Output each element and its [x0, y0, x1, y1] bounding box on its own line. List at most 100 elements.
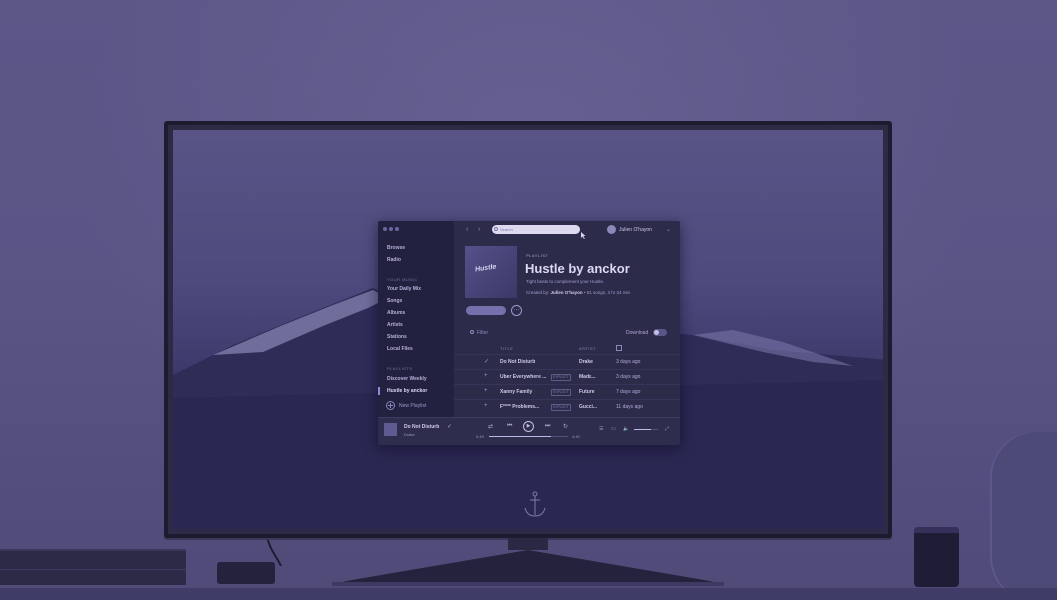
- add-track-icon[interactable]: +: [484, 373, 488, 379]
- avatar: [607, 225, 616, 234]
- playlist-cover: Hustle: [465, 246, 517, 298]
- mouse-cursor-icon: [581, 232, 586, 239]
- track-title: Uber Everywhere ...: [500, 374, 547, 380]
- sidebar-item-stations[interactable]: Stations: [387, 334, 407, 340]
- table-row[interactable]: + Xanny Family EXPLICIT Future 7 days ag…: [454, 384, 680, 399]
- more-options-button[interactable]: ···: [511, 305, 522, 316]
- sidebar-item-hustle-by-anckor[interactable]: Hustle by anckor: [387, 388, 427, 394]
- playlist-description: Tight beats to complement your Hustle.: [526, 279, 605, 284]
- user-name: Julien O'hayon: [619, 226, 652, 233]
- track-title: Xanny Family: [500, 389, 533, 395]
- new-playlist-button[interactable]: New Playlist: [386, 401, 426, 410]
- playlist-kicker: PLAYLIST: [526, 253, 549, 258]
- plus-circle-icon: [386, 401, 395, 410]
- anchor-logo-icon: [524, 491, 546, 517]
- explicit-badge: EXPLICIT: [551, 404, 571, 411]
- download-toggle[interactable]: [653, 329, 667, 336]
- playlist-meta: Created by: Julien O'hayon • 51 songs, 3…: [526, 290, 630, 295]
- track-artist[interactable]: Gucci...: [579, 404, 597, 410]
- track-title: F**** Problems...: [500, 404, 540, 410]
- media-console: [0, 549, 186, 585]
- download-label: Download: [626, 330, 649, 336]
- now-playing-artist[interactable]: Drake: [404, 432, 415, 437]
- next-icon[interactable]: ⏭: [545, 423, 550, 430]
- close-window-button[interactable]: [383, 227, 387, 231]
- sidebar-item-radio[interactable]: Radio: [387, 257, 401, 263]
- sidebar-item-songs[interactable]: Songs: [387, 298, 402, 304]
- track-added: 11 days ago: [616, 404, 643, 410]
- table-row[interactable]: + Uber Everywhere ... EXPLICIT Madε... 3…: [454, 369, 680, 384]
- sidebar-heading-your-music: YOUR MUSIC: [387, 277, 418, 282]
- column-header-title[interactable]: TITLE: [500, 346, 513, 351]
- active-indicator: [378, 387, 380, 395]
- sidebar-item-artists[interactable]: Artists: [387, 322, 403, 328]
- fullscreen-icon[interactable]: ⤢: [665, 426, 669, 432]
- explicit-badge: EXPLICIT: [551, 374, 571, 381]
- search-input[interactable]: Search: [492, 225, 580, 234]
- now-playing-art[interactable]: [384, 423, 397, 436]
- tv-stand: [332, 550, 724, 586]
- explicit-badge: EXPLICIT: [551, 389, 571, 396]
- calendar-icon[interactable]: [616, 345, 622, 351]
- duration-time: 4:40: [572, 434, 580, 439]
- main-panel: ‹ › Search Julien O'hayon ⌄ Hustle PLAYL…: [454, 221, 680, 417]
- column-header-artist[interactable]: ARTIST: [579, 346, 596, 351]
- volume-icon[interactable]: 🔈: [623, 426, 629, 432]
- back-button[interactable]: ‹: [466, 226, 468, 233]
- add-track-icon[interactable]: +: [484, 403, 488, 409]
- search-icon: [470, 330, 474, 334]
- saved-check-icon[interactable]: ✓: [484, 358, 489, 365]
- maximize-window-button[interactable]: [395, 227, 399, 231]
- chevron-down-icon[interactable]: ⌄: [666, 226, 671, 233]
- track-artist[interactable]: Madε...: [579, 374, 596, 380]
- track-title: Do Not Disturb: [500, 359, 536, 365]
- repeat-icon[interactable]: ↻: [563, 423, 568, 430]
- play-icon[interactable]: ▶: [523, 421, 534, 432]
- meta-suffix: • 51 songs, 3 hr 24 min: [583, 290, 630, 295]
- window-controls: [383, 227, 399, 231]
- meta-prefix: Created by:: [526, 290, 550, 295]
- filter-placeholder: Filter: [477, 330, 489, 336]
- set-top-box: [217, 562, 275, 584]
- filter-input[interactable]: Filter: [470, 330, 488, 336]
- lamp: [990, 432, 1057, 600]
- sidebar-item-local-files[interactable]: Local Files: [387, 346, 413, 352]
- meta-owner[interactable]: Julien O'hayon: [551, 290, 583, 295]
- track-artist[interactable]: Future: [579, 389, 595, 395]
- volume-slider[interactable]: [634, 429, 658, 430]
- shelf: [0, 588, 1057, 600]
- speaker: [914, 527, 959, 587]
- track-added: 3 days ago: [616, 359, 641, 365]
- check-icon[interactable]: ✓: [447, 423, 452, 430]
- devices-icon[interactable]: ▭: [611, 426, 616, 432]
- player-bar: Do Not Disturb Drake ✓ ⇄ ⏮ ▶ ⏭ ↻ 0:43 4:…: [378, 417, 680, 445]
- music-app-window: Browse Radio YOUR MUSIC Your Daily Mix S…: [378, 221, 680, 445]
- track-artist[interactable]: Drake: [579, 359, 593, 365]
- table-row[interactable]: ✓ Do Not Disturb Drake 3 days ago: [454, 354, 680, 369]
- table-row[interactable]: + F**** Problems... EXPLICIT Gucci... 11…: [454, 399, 680, 414]
- forward-button[interactable]: ›: [478, 226, 480, 233]
- volume-fill: [634, 429, 651, 430]
- play-button[interactable]: [466, 306, 506, 315]
- minimize-window-button[interactable]: [389, 227, 393, 231]
- new-playlist-label: New Playlist: [399, 402, 427, 409]
- sidebar: Browse Radio YOUR MUSIC Your Daily Mix S…: [378, 221, 454, 417]
- cover-title: Hustle: [474, 263, 497, 274]
- user-menu[interactable]: Julien O'hayon: [607, 225, 652, 234]
- previous-icon[interactable]: ⏮: [507, 423, 512, 430]
- search-placeholder: Search: [500, 227, 513, 232]
- progress-bar[interactable]: [489, 436, 568, 437]
- queue-icon[interactable]: ☰: [599, 426, 603, 432]
- sidebar-item-daily-mix[interactable]: Your Daily Mix: [387, 286, 421, 292]
- track-added: 7 days ago: [616, 389, 641, 395]
- search-icon: [494, 227, 498, 231]
- sidebar-item-browse[interactable]: Browse: [387, 245, 405, 251]
- progress-fill: [489, 436, 551, 437]
- add-track-icon[interactable]: +: [484, 388, 488, 394]
- shuffle-icon[interactable]: ⇄: [488, 423, 493, 430]
- now-playing-title[interactable]: Do Not Disturb: [404, 424, 439, 430]
- sidebar-item-discover-weekly[interactable]: Discover Weekly: [387, 376, 427, 382]
- sidebar-item-albums[interactable]: Albums: [387, 310, 405, 316]
- elapsed-time: 0:43: [476, 434, 484, 439]
- track-added: 3 days ago: [616, 374, 641, 380]
